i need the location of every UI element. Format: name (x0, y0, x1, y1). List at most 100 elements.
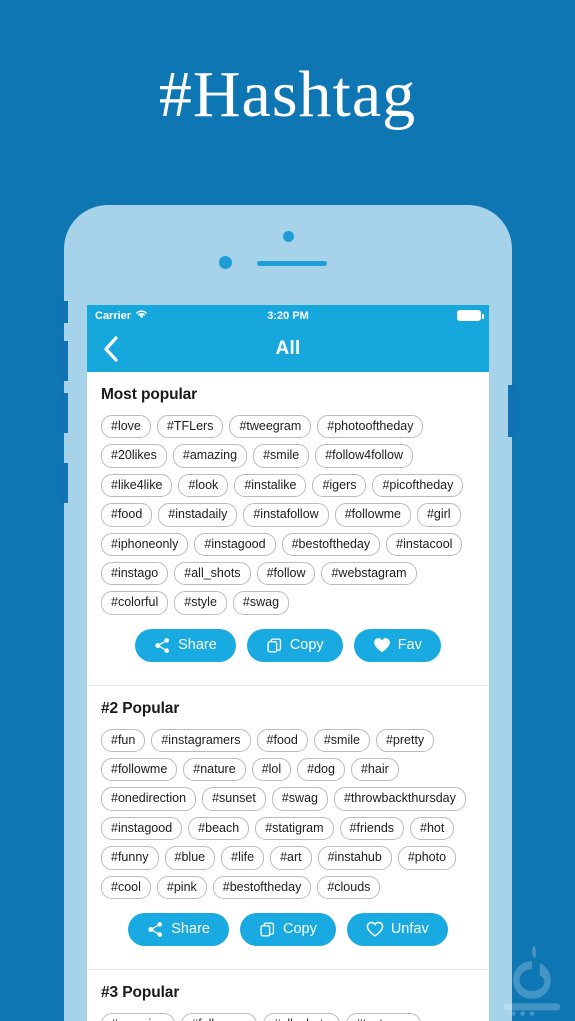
section-3-popular: #3 Popular #amazing #followme #all_shots… (87, 968, 489, 1021)
hashtag-chip[interactable]: #amazing (172, 444, 248, 468)
proximity-sensor-icon (283, 231, 294, 242)
hashtag-chip[interactable]: #instadaily (158, 503, 238, 527)
hashtag-chip[interactable]: #food (101, 503, 153, 527)
phone-side-button-extra (60, 463, 68, 503)
hashtag-chip[interactable]: #follow4follow (315, 444, 414, 468)
hashtag-chip[interactable]: #instalike (234, 473, 307, 498)
hashtag-chip[interactable]: #instago (101, 561, 169, 586)
carrier-label: Carrier (95, 309, 132, 322)
status-bar-left: Carrier (95, 309, 148, 322)
hashtag-chip[interactable]: #fun (101, 728, 146, 752)
hashtag-chip[interactable]: #webstagram (321, 561, 417, 586)
hashtag-chip[interactable]: #onedirection (101, 787, 197, 811)
phone-volume-up-button (60, 341, 68, 381)
hashtag-chip[interactable]: #swag (271, 787, 328, 811)
hashtag-chip[interactable]: #all_shots (174, 561, 251, 586)
copy-button[interactable]: Copy (246, 628, 343, 662)
copy-button-label: Copy (289, 637, 324, 654)
hashtag-chip[interactable]: #followme (101, 758, 178, 782)
hashtag-chip[interactable]: #bestoftheday (281, 532, 381, 556)
hashtag-chip[interactable]: #food (256, 728, 308, 752)
fav-button[interactable]: Fav (353, 628, 441, 662)
navigation-bar: All (87, 326, 489, 372)
hashtag-chip[interactable]: #photooftheday (317, 415, 424, 439)
back-button[interactable] (103, 336, 119, 362)
hashtag-chip[interactable]: #all_shots (263, 1012, 340, 1021)
hashtag-chip[interactable]: #bestoftheday (212, 875, 312, 899)
hashtag-chip[interactable]: #igers (312, 473, 367, 498)
hashtag-chip[interactable]: #instafollow (243, 503, 329, 527)
hashtag-chip[interactable]: #colorful (101, 591, 169, 615)
share-icon (148, 921, 163, 937)
wifi-icon (135, 309, 148, 322)
hashtag-chip[interactable]: #pink (156, 875, 207, 899)
hashtag-chip[interactable]: #tweegram (229, 415, 312, 439)
chip-group: #amazing #followme #all_shots #textgram … (101, 1012, 475, 1021)
earpiece-speaker (257, 261, 327, 266)
hashtag-chip[interactable]: #smile (313, 728, 370, 752)
hashtag-chip[interactable]: #iphoneonly (101, 532, 189, 556)
hashtag-chip[interactable]: #blue (164, 846, 216, 870)
hashtag-chip[interactable]: #cool (101, 875, 151, 899)
battery-full-icon (457, 310, 484, 321)
hashtag-chip[interactable]: #textgram (345, 1012, 422, 1021)
action-bar: Share Copy Fav (101, 615, 475, 675)
share-button-label: Share (178, 637, 217, 654)
share-button-label: Share (171, 921, 210, 938)
hashtag-chip[interactable]: #amazing (101, 1012, 176, 1021)
chip-group: #fun #instagramers #food #smile #pretty … (101, 728, 475, 899)
hashtag-chip[interactable]: #girl (416, 503, 461, 527)
fav-button-label: Fav (397, 637, 422, 654)
hashtag-chip[interactable]: #nature (183, 758, 246, 782)
action-bar: Share Copy Unfav (101, 899, 475, 959)
hashtag-chip[interactable]: #love (101, 415, 151, 439)
hashtag-chip[interactable]: #throwbackthursday (333, 787, 466, 811)
share-button[interactable]: Share (128, 912, 229, 946)
hashtag-chip[interactable]: #art (270, 846, 312, 870)
hashtag-chip[interactable]: #instacool (386, 532, 463, 556)
section-title: #3 Popular (101, 983, 180, 1001)
hashtag-chip[interactable]: #like4like (101, 473, 173, 498)
hashtag-chip[interactable]: #statigram (255, 816, 334, 841)
copy-button[interactable]: Copy (239, 912, 336, 946)
hashtag-chip[interactable]: #hot (410, 816, 455, 841)
hashtag-chip[interactable]: #dog (297, 758, 345, 782)
phone-mockup: Carrier 3:20 PM All Most popular #love #… (60, 205, 516, 1021)
share-button[interactable]: Share (135, 628, 236, 662)
hashtag-chip[interactable]: #lol (251, 758, 292, 782)
hashtag-chip[interactable]: #followme (334, 503, 411, 527)
hashtag-chip[interactable]: #style (174, 591, 227, 615)
hashtag-chip[interactable]: #instagood (101, 816, 183, 841)
unfav-button-label: Unfav (390, 921, 429, 938)
hashtag-chip[interactable]: #look (178, 473, 229, 498)
hashtag-chip[interactable]: #instahub (317, 846, 392, 870)
hashtag-chip[interactable]: #friends (339, 816, 405, 841)
phone-power-button (508, 385, 516, 437)
unfav-button[interactable]: Unfav (346, 912, 448, 946)
hashtag-chip[interactable]: #instagramers (151, 728, 251, 752)
phone-volume-down-button (60, 393, 68, 433)
front-camera-icon (219, 256, 232, 269)
hashtag-chip[interactable]: #photo (397, 846, 457, 870)
hashtag-chip[interactable]: #clouds (317, 875, 381, 899)
page-title: #Hashtag (158, 58, 417, 131)
hashtag-chip[interactable]: #20likes (101, 444, 167, 468)
hashtag-chip[interactable]: #beach (188, 816, 250, 841)
hashtag-chip[interactable]: #followme (181, 1012, 258, 1021)
hashtag-chip[interactable]: #instagood (194, 532, 276, 556)
phone-screen: Carrier 3:20 PM All Most popular #love #… (87, 305, 489, 1021)
hashtag-chip[interactable]: #funny (101, 846, 159, 870)
hashtag-chip[interactable]: #swag (232, 591, 290, 615)
hashtag-list[interactable]: Most popular #love #TFLers #tweegram #ph… (87, 372, 489, 1021)
hashtag-chip[interactable]: #smile (253, 444, 310, 468)
hashtag-chip[interactable]: #TFLers (156, 415, 224, 439)
nav-title: All (275, 338, 301, 359)
hashtag-chip[interactable]: #sunset (202, 787, 266, 811)
hashtag-chip[interactable]: #life (221, 846, 265, 870)
hashtag-chip[interactable]: #picoftheday (372, 473, 464, 498)
hashtag-chip[interactable]: #pretty (375, 728, 435, 752)
hashtag-chip[interactable]: #follow (256, 561, 316, 586)
heart-outline-icon (366, 921, 384, 937)
status-bar-right (457, 310, 484, 321)
hashtag-chip[interactable]: #hair (350, 758, 399, 782)
